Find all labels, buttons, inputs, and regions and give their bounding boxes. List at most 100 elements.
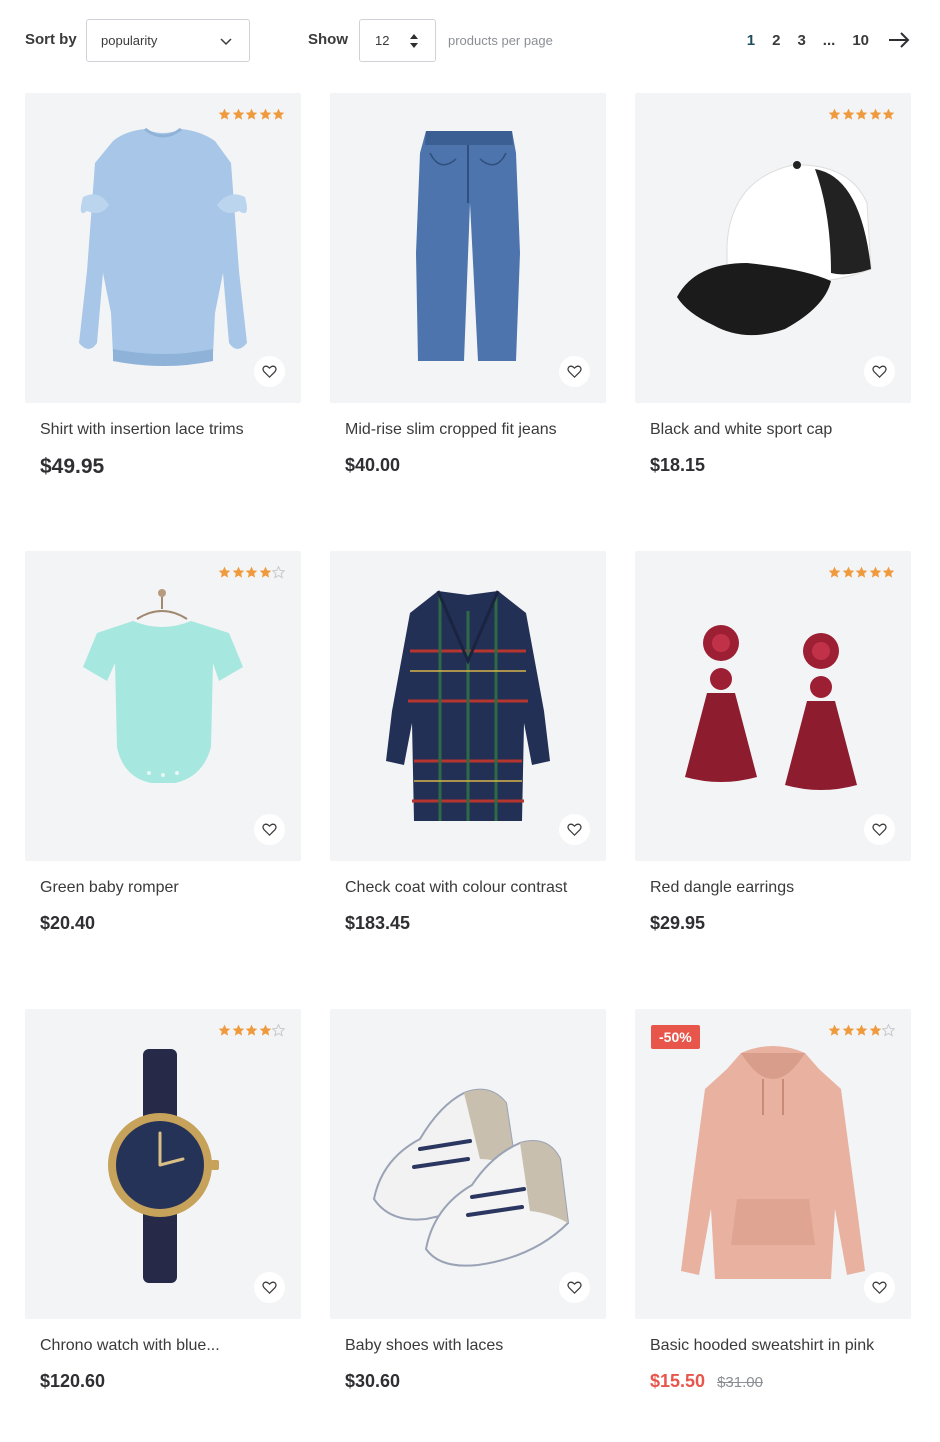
star-icon bbox=[882, 566, 895, 578]
star-icon bbox=[245, 566, 258, 578]
product-name[interactable]: Red dangle earrings bbox=[650, 879, 794, 897]
star-icon bbox=[259, 1024, 271, 1036]
star-icon bbox=[828, 108, 841, 120]
rating-stars bbox=[218, 1024, 285, 1037]
page-link-1[interactable]: 1 bbox=[747, 32, 755, 49]
star-icon bbox=[855, 1024, 868, 1036]
star-icon bbox=[869, 1024, 881, 1036]
star-icon bbox=[232, 108, 244, 120]
arrow-right-icon[interactable] bbox=[888, 32, 910, 48]
product-price: $20.40 bbox=[40, 913, 96, 933]
product-image-box[interactable] bbox=[330, 1009, 606, 1319]
product-price: $183.45 bbox=[345, 913, 411, 933]
star-icon bbox=[869, 566, 881, 578]
heart-icon bbox=[262, 365, 277, 378]
product-name[interactable]: Black and white sport cap bbox=[650, 421, 832, 439]
price-row: $29.95 bbox=[650, 913, 705, 934]
wishlist-button[interactable] bbox=[864, 356, 895, 387]
price-row: $15.50 $31.00 bbox=[650, 1371, 763, 1392]
product-card: Black and white sport cap $18.15 bbox=[635, 93, 911, 551]
product-price: $30.60 bbox=[345, 1371, 401, 1391]
pagination-ellipsis: ... bbox=[822, 31, 836, 49]
catalog-toolbar: Sort by popularity Show 12 products per … bbox=[0, 0, 940, 82]
price-row: $18.15 bbox=[650, 455, 705, 476]
watch-image bbox=[108, 1049, 219, 1283]
spinner-arrows-icon bbox=[410, 34, 418, 48]
star-icon bbox=[828, 1024, 841, 1036]
heart-icon bbox=[567, 1281, 582, 1294]
rating-stars bbox=[218, 566, 285, 579]
star-icon bbox=[882, 1024, 895, 1037]
price-row: $20.40 bbox=[40, 913, 95, 934]
product-name[interactable]: Basic hooded sweatshirt in pink bbox=[650, 1337, 874, 1355]
products-per-page-label: products per page bbox=[448, 33, 553, 48]
heart-icon bbox=[567, 823, 582, 836]
star-icon bbox=[245, 108, 258, 120]
product-name[interactable]: Baby shoes with laces bbox=[345, 1337, 503, 1355]
star-icon bbox=[259, 566, 271, 578]
wishlist-button[interactable] bbox=[559, 1272, 590, 1303]
hoodie-image bbox=[681, 1046, 865, 1279]
star-icon bbox=[272, 1024, 285, 1037]
heart-icon bbox=[567, 365, 582, 378]
product-name[interactable]: Green baby romper bbox=[40, 879, 179, 897]
star-icon bbox=[882, 108, 895, 120]
product-card: Baby shoes with laces $30.60 bbox=[330, 1009, 606, 1442]
product-price: $120.60 bbox=[40, 1371, 106, 1391]
product-price: $40.00 bbox=[345, 455, 401, 475]
star-icon bbox=[232, 1024, 244, 1036]
product-card: Red dangle earrings $29.95 bbox=[635, 551, 911, 1009]
sort-select[interactable]: popularity bbox=[86, 19, 250, 62]
product-price: $49.95 bbox=[40, 455, 105, 478]
wishlist-button[interactable] bbox=[254, 1272, 285, 1303]
discount-badge: -50% bbox=[651, 1025, 700, 1049]
price-row: $49.95 bbox=[40, 455, 104, 479]
star-icon bbox=[855, 108, 868, 120]
product-name[interactable]: Mid-rise slim cropped fit jeans bbox=[345, 421, 557, 439]
star-icon bbox=[245, 1024, 258, 1036]
show-label: Show bbox=[308, 31, 348, 48]
product-image-box[interactable] bbox=[25, 1009, 301, 1319]
product-price: $29.95 bbox=[650, 913, 706, 933]
star-icon bbox=[869, 108, 881, 120]
product-image-box[interactable] bbox=[635, 551, 911, 861]
wishlist-button[interactable] bbox=[864, 1272, 895, 1303]
sort-by-label: Sort by bbox=[25, 31, 77, 48]
product-name[interactable]: Chrono watch with blue... bbox=[40, 1337, 220, 1355]
per-page-select[interactable]: 12 bbox=[359, 19, 436, 62]
star-icon bbox=[232, 566, 244, 578]
star-icon bbox=[218, 1024, 231, 1036]
product-name[interactable]: Check coat with colour contrast bbox=[345, 879, 567, 897]
star-icon bbox=[842, 1024, 854, 1036]
page-link-2[interactable]: 2 bbox=[772, 32, 780, 49]
wishlist-button[interactable] bbox=[254, 814, 285, 845]
price-row: $30.60 bbox=[345, 1371, 400, 1392]
wishlist-button[interactable] bbox=[559, 356, 590, 387]
star-icon bbox=[855, 566, 868, 578]
wishlist-button[interactable] bbox=[559, 814, 590, 845]
product-card: Check coat with colour contrast $183.45 bbox=[330, 551, 606, 1009]
coat-image bbox=[386, 590, 550, 821]
product-card: Chrono watch with blue... $120.60 bbox=[25, 1009, 301, 1442]
page-link-10[interactable]: 10 bbox=[852, 32, 869, 49]
product-image-box[interactable]: -50% bbox=[635, 1009, 911, 1319]
page-link-3[interactable]: 3 bbox=[797, 32, 805, 49]
product-sale-price: $15.50 bbox=[650, 1371, 706, 1391]
product-image-box[interactable] bbox=[25, 551, 301, 861]
price-row: $120.60 bbox=[40, 1371, 105, 1392]
product-image-box[interactable] bbox=[330, 93, 606, 403]
price-row: $40.00 bbox=[345, 455, 400, 476]
star-icon bbox=[842, 566, 854, 578]
product-card: Green baby romper $20.40 bbox=[25, 551, 301, 1009]
product-name[interactable]: Shirt with insertion lace trims bbox=[40, 421, 244, 439]
product-image-box[interactable] bbox=[635, 93, 911, 403]
star-icon bbox=[272, 108, 285, 120]
product-card: Mid-rise slim cropped fit jeans $40.00 bbox=[330, 93, 606, 551]
heart-icon bbox=[262, 823, 277, 836]
product-image-box[interactable] bbox=[25, 93, 301, 403]
wishlist-button[interactable] bbox=[864, 814, 895, 845]
wishlist-button[interactable] bbox=[254, 356, 285, 387]
product-image-box[interactable] bbox=[330, 551, 606, 861]
heart-icon bbox=[262, 1281, 277, 1294]
sweater-image bbox=[79, 127, 247, 366]
